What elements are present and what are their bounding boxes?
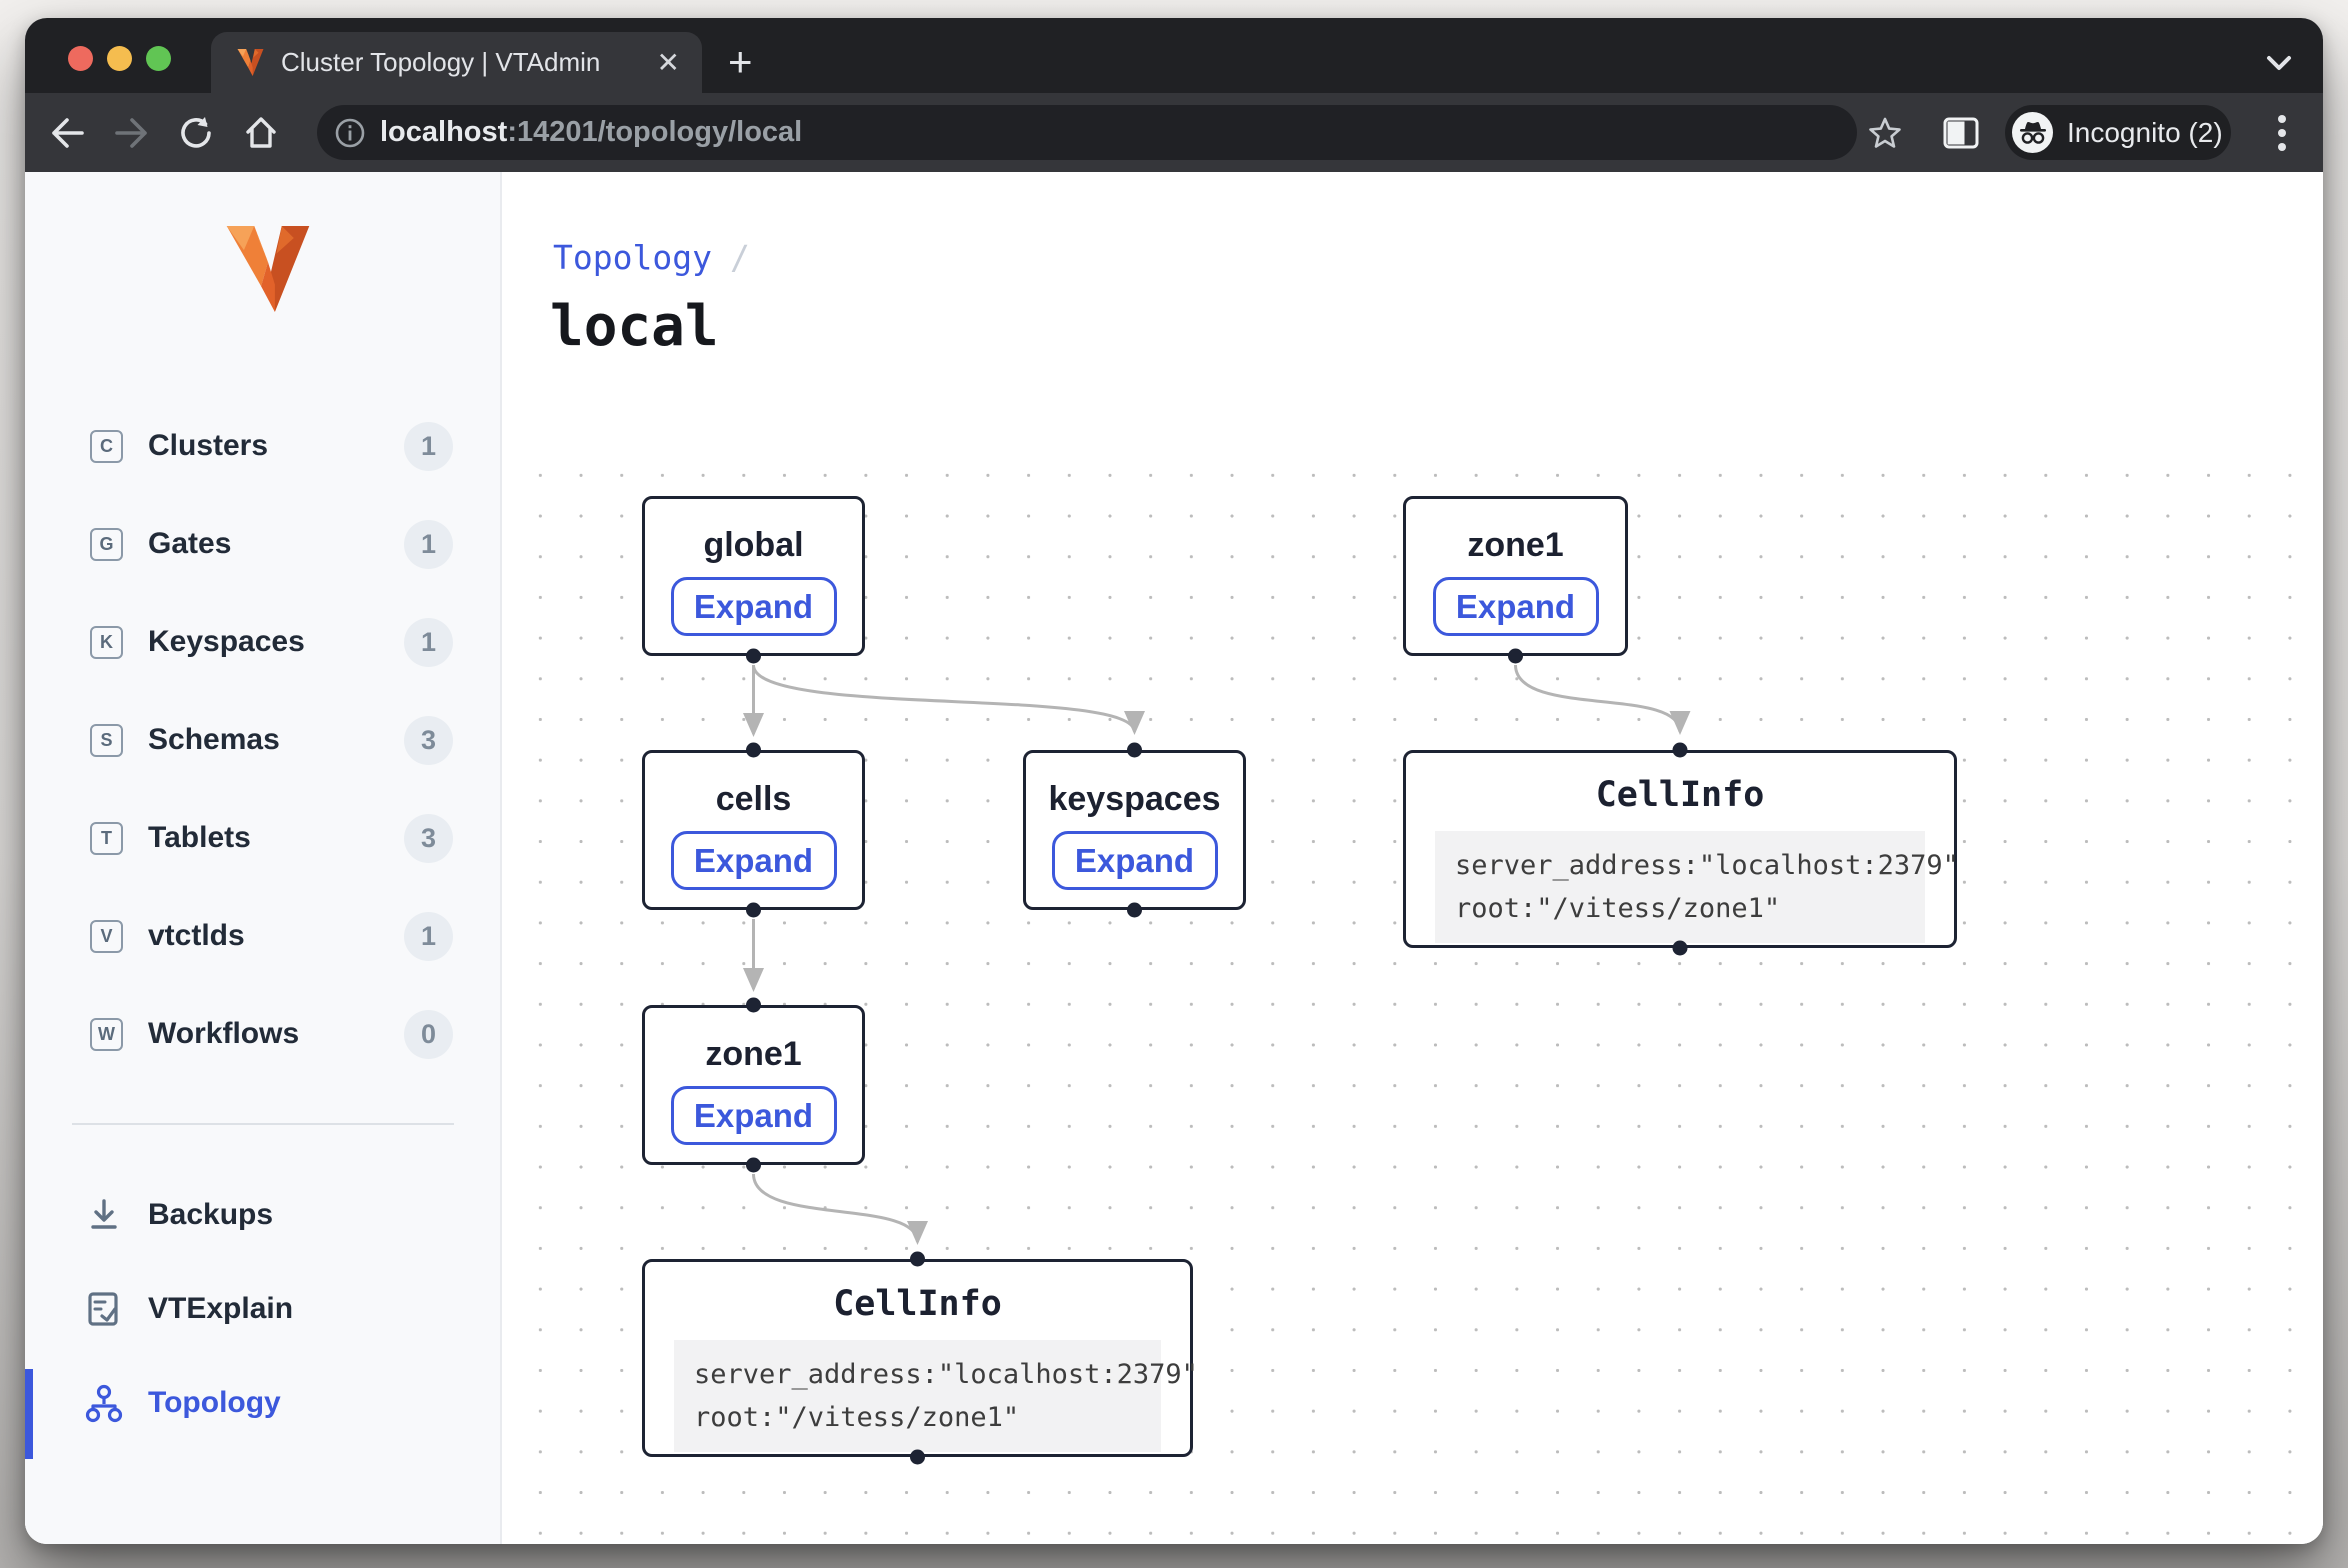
- topology-graph: global Expand zone1 Expand cells Expand …: [25, 18, 2323, 1544]
- edge-zone1-cellinfo: [754, 1174, 918, 1242]
- node-title: zone1: [705, 1035, 801, 1074]
- node-cellinfo-bottom: CellInfo server_address:"localhost:2379"…: [642, 1259, 1193, 1457]
- node-title: global: [703, 526, 803, 565]
- cellinfo-code-block: server_address:"localhost:2379" root:"/v…: [1435, 831, 1925, 943]
- cellinfo-code-block: server_address:"localhost:2379" root:"/v…: [674, 1340, 1161, 1452]
- cellinfo-line: server_address:"localhost:2379": [1455, 844, 1905, 887]
- node-title: keyspaces: [1048, 780, 1220, 819]
- expand-button-zone1-right[interactable]: Expand: [1433, 577, 1599, 636]
- node-title: CellInfo: [1596, 775, 1765, 815]
- edge-global-keyspaces: [754, 665, 1135, 732]
- node-global: global Expand: [642, 496, 865, 656]
- node-title: cells: [716, 780, 792, 819]
- browser-window: Cluster Topology | VTAdmin ✕ + loca: [25, 18, 2323, 1544]
- cellinfo-line: server_address:"localhost:2379": [694, 1353, 1141, 1396]
- expand-button-global[interactable]: Expand: [671, 577, 837, 636]
- expand-button-zone1[interactable]: Expand: [671, 1086, 837, 1145]
- expand-button-cells[interactable]: Expand: [671, 831, 837, 890]
- expand-button-keyspaces[interactable]: Expand: [1052, 831, 1218, 890]
- node-title: CellInfo: [833, 1284, 1002, 1324]
- node-title: zone1: [1467, 526, 1563, 565]
- node-zone1-right: zone1 Expand: [1403, 496, 1628, 656]
- node-cells: cells Expand: [642, 750, 865, 910]
- edge-zone1right-cellinfo: [1516, 665, 1681, 732]
- cellinfo-line: root:"/vitess/zone1": [694, 1396, 1141, 1439]
- cellinfo-line: root:"/vitess/zone1": [1455, 887, 1905, 930]
- node-keyspaces: keyspaces Expand: [1023, 750, 1246, 910]
- node-cellinfo-right: CellInfo server_address:"localhost:2379"…: [1403, 750, 1957, 948]
- node-zone1: zone1 Expand: [642, 1005, 865, 1165]
